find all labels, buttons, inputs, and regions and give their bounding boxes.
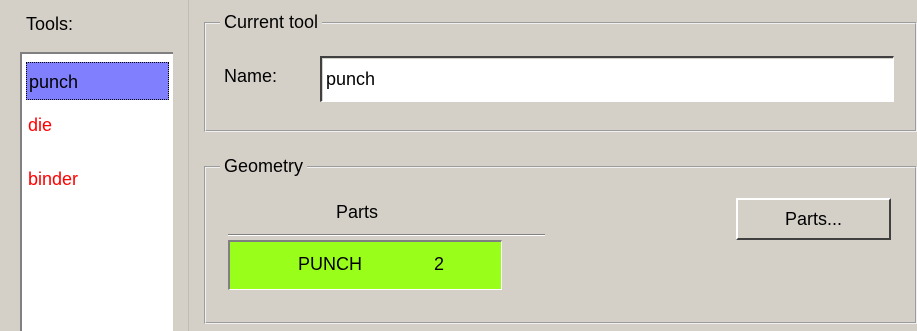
tool-item-die[interactable]: die bbox=[26, 106, 169, 144]
part-name: PUNCH bbox=[298, 254, 363, 274]
part-count: 2 bbox=[434, 254, 445, 274]
tools-label: Tools: bbox=[26, 14, 74, 34]
parts-column-header: Parts bbox=[336, 202, 379, 222]
name-field[interactable] bbox=[320, 56, 894, 102]
parts-button[interactable]: Parts... bbox=[736, 198, 891, 240]
current-tool-title: Current tool bbox=[220, 10, 323, 34]
geometry-title: Geometry bbox=[220, 154, 308, 178]
parts-list-row[interactable]: PUNCH 2 bbox=[228, 240, 502, 290]
name-label: Name: bbox=[224, 66, 278, 86]
parts-header-divider bbox=[228, 234, 545, 236]
tool-item-punch[interactable]: punch bbox=[26, 62, 169, 100]
tools-list[interactable]: punch die binder bbox=[20, 52, 173, 331]
panel-divider bbox=[188, 0, 189, 331]
tool-item-binder[interactable]: binder bbox=[26, 160, 169, 198]
